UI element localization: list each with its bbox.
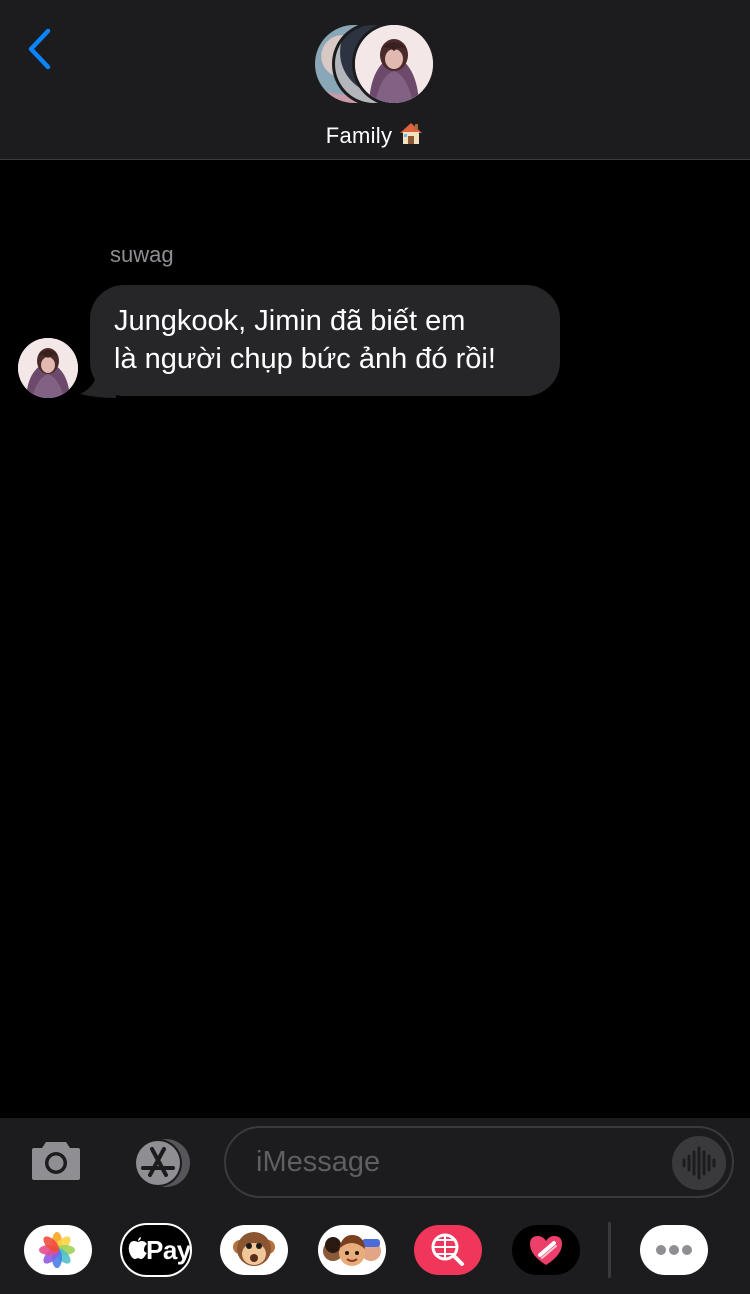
app-store-icon [134,1139,190,1187]
tray-divider [608,1222,611,1278]
apple-pay-label: Pay [146,1235,191,1265]
memoji-icon [323,1235,381,1266]
message-line: Jungkook, Jimin đã biết em [114,305,466,337]
camera-button[interactable] [30,1136,82,1184]
globe-search-icon [431,1233,464,1266]
back-button[interactable] [22,26,62,72]
digital-touch-app-button[interactable] [512,1225,580,1275]
memoji-app-button[interactable] [318,1225,386,1275]
camera-icon [32,1142,80,1180]
sender-name: suwag [110,242,174,267]
image-search-app-button[interactable] [414,1225,482,1275]
app-store-button[interactable] [126,1138,194,1188]
animoji-app-button[interactable] [220,1225,288,1275]
conversation-header: Family [0,0,750,160]
apple-logo-icon [128,1237,147,1259]
photos-app-button[interactable] [24,1225,92,1275]
message-input-placeholder: iMessage [256,1146,381,1178]
message-line: là người chụp bức ảnh đó rồi! [114,343,496,375]
message-bubble[interactable]: Jungkook, Jimin đã biết em là người chụp… [90,285,560,396]
group-title[interactable]: Family [0,120,750,152]
house-emoji-icon [398,120,424,152]
photos-icon [39,1232,75,1268]
audio-message-button[interactable] [672,1136,726,1190]
group-member-avatar [352,22,436,106]
more-apps-button[interactable] [640,1225,708,1275]
more-dots-icon [656,1245,692,1255]
chevron-left-icon [28,28,51,70]
heart-touch-icon [530,1236,562,1265]
monkey-emoji-icon [233,1232,275,1266]
message-input[interactable]: iMessage [224,1126,734,1198]
sender-avatar[interactable] [18,338,78,398]
waveform-icon [682,1146,716,1180]
group-name-label: Family [325,123,393,148]
apple-pay-app-button[interactable]: Pay [120,1223,192,1277]
group-avatar-stack[interactable] [312,22,442,110]
